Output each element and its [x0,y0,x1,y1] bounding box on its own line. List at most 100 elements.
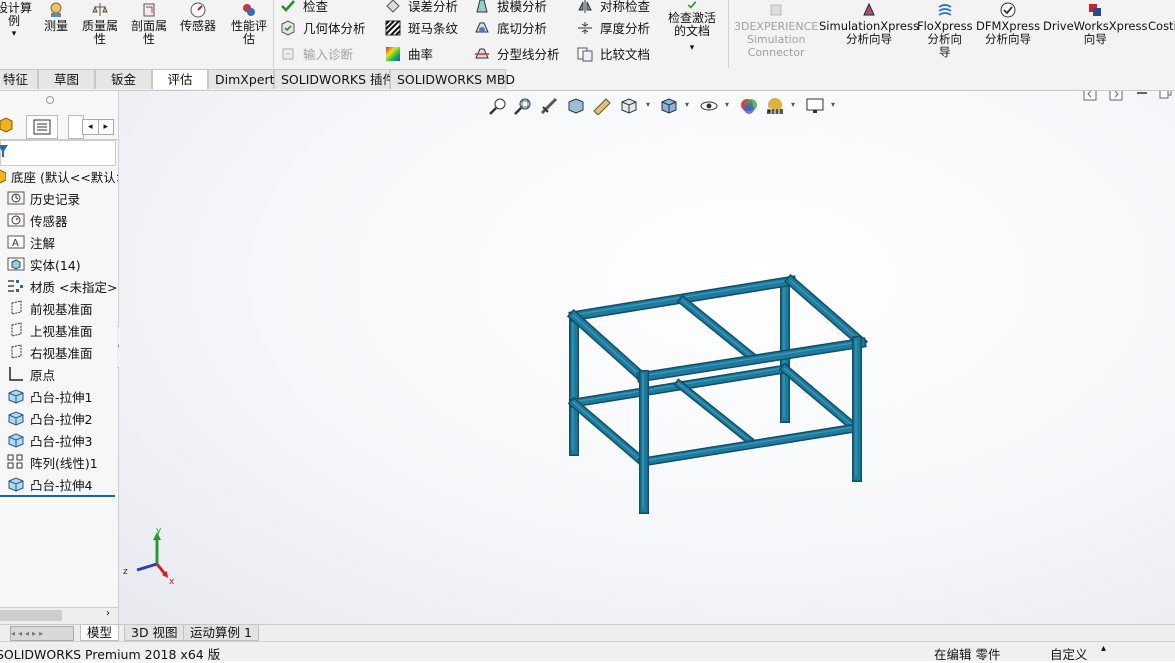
zebra-stripes-button[interactable]: 斑马条纹 [385,18,458,37]
curvature-button[interactable]: 曲率 [385,44,433,63]
svg-text:A: A [12,238,19,249]
zebra-stripes-icon [385,19,401,36]
tree-item-label: 阵列(线性)1 [30,455,98,471]
tab-features[interactable]: 特征 [0,69,38,89]
tree-item-boss-extrude-1[interactable]: 凸台-拉伸1 [7,386,92,406]
thickness-analysis-button[interactable]: 厚度分析 [577,18,650,37]
compare-documents-button[interactable]: 比较文档 [577,44,650,63]
check-button[interactable]: 检查 [280,0,328,15]
simulationxpress-button[interactable]: SimulationXpress 分析向导 [819,2,919,46]
draft-analysis-icon [476,0,488,12]
tab-navigation-arrows[interactable]: ◂◂◂▸▸ [10,626,74,641]
section-properties-icon [143,3,155,17]
tab-dimxpert[interactable]: DimXpert [208,69,275,89]
tab-model[interactable]: 模型 [80,625,120,641]
tab-solidworks-mbd[interactable]: SOLIDWORKS MBD [390,69,515,89]
tree-item-solid-bodies[interactable]: 实体(14) [7,254,81,274]
frame-beam-highlight [572,401,643,462]
tree-item-right-plane[interactable]: 右视基准面 [7,342,93,362]
steel-frame-3d-model[interactable] [119,91,1175,624]
frame-beam-highlight [677,382,749,440]
measure-button[interactable]: 测量 [44,2,68,33]
import-diagnosis-button[interactable]: 输入诊断 [280,44,353,63]
draft-analysis-button[interactable]: 拔模分析 [474,0,547,15]
tree-item-linear-pattern-1[interactable]: 阵列(线性)1 [7,452,98,472]
tree-root-part[interactable]: 底座 (默认<<默认> [0,166,119,186]
boss-extrude-icon [8,411,24,426]
triad-x-label: x [169,577,175,586]
check-active-document-button[interactable]: 检查激活 的文档 ▾ [668,0,716,55]
tab-solidworks-addins[interactable]: SOLIDWORKS 插件 [274,69,395,89]
driveworksxpress-button[interactable]: DriveWorksXpress 向导 [1043,2,1147,46]
units-dropdown-icon[interactable]: ▴ [1101,643,1106,654]
scroll-right-icon[interactable]: ▸ [97,120,114,134]
floxpress-button[interactable]: FloXpress 分析向 导 [917,2,973,59]
scroll-right-arrow-icon[interactable]: › [106,608,110,619]
tree-item-annotations[interactable]: A 注解 [7,232,55,252]
tree-item-label: 凸台-拉伸1 [30,389,93,405]
tree-item-material[interactable]: 材质 <未指定> [7,276,117,296]
geometry-analysis-button[interactable]: 几何体分析 [280,18,366,37]
section-properties-button[interactable]: 剖面属 性 [131,2,167,46]
command-tab-bar: 特征 草图 钣金 评估 DimXpert SOLIDWORKS 插件 SOLID… [0,68,1175,91]
boss-extrude-icon [8,433,24,448]
tree-item-label: 材质 <未指定> [30,279,118,295]
error-analysis-icon [386,0,400,13]
tab-evaluate[interactable]: 评估 [152,69,208,89]
tree-root-label: 底座 (默认<<默认> [11,169,119,185]
filter-funnel-icon [0,145,8,157]
check-icon [281,0,295,12]
simulationxpress-icon [863,2,875,16]
frame-beam-highlight [572,314,642,377]
floxpress-icon [938,4,952,16]
frame-beam[interactable] [639,424,859,466]
dfmxpress-button[interactable]: DFMXpress 分析向导 [976,2,1040,46]
tree-filter-box[interactable] [0,140,116,166]
design-study-button[interactable]: 设计算 例 ▾ [0,2,32,41]
error-analysis-button[interactable]: 误差分析 [385,0,458,15]
3dexperience-simulation-button[interactable]: 3DEXPERIENCE Simulation Connector [734,2,818,59]
tab-sketch[interactable]: 草图 [38,69,95,89]
property-manager-tab[interactable] [26,115,58,139]
performance-eval-button[interactable]: 性能评 估 [231,2,267,46]
check-active-doc-icon [687,1,697,9]
plane-icon [11,300,22,315]
tab-sheet-metal[interactable]: 钣金 [95,69,152,89]
panel-horizontal-scrollbar[interactable]: › [0,607,118,624]
tree-item-label: 传感器 [30,213,68,229]
tree-item-origin[interactable]: 原点 [7,364,55,384]
units-custom-text[interactable]: 自定义 [1050,644,1088,663]
sensor-button[interactable]: 传感器 [180,2,216,33]
tree-item-boss-extrude-4[interactable]: 凸台-拉伸4 [7,474,92,494]
tree-item-front-plane[interactable]: 前视基准面 [7,298,93,318]
feature-manager-tab[interactable] [0,115,16,135]
performance-icon [243,4,255,16]
tree-item-history[interactable]: 历史记录 [7,188,80,208]
tree-item-sensors[interactable]: 传感器 [7,210,68,230]
mass-properties-button[interactable]: 质量属 性 [82,2,118,46]
tab-motion-study-1[interactable]: 运动算例 1 [183,625,259,641]
parting-line-analysis-button[interactable]: 分型线分析 [474,44,560,63]
symmetry-check-button[interactable]: 对称检查 [577,0,650,15]
panel-collapse-handle[interactable] [46,96,54,104]
triad-y-label: y [156,526,162,536]
rollback-bar[interactable] [0,495,115,497]
panel-tab-scroller[interactable]: ◂ ▸ [82,119,114,135]
feature-manager-panel: ◂ ▸ 底座 (默认<<默认> 历史记录 传感器 A 注解 实体(14) 材质 <… [0,91,119,624]
app-version-text: SOLIDWORKS Premium 2018 x64 版 [0,647,221,662]
tree-item-top-plane[interactable]: 上视基准面 [7,320,93,340]
scrollbar-thumb[interactable] [0,610,62,621]
history-folder-icon [7,191,25,205]
graphics-area[interactable]: ▾ ▾ ▾ ▾ ▾ y z x [119,91,1175,624]
undercut-analysis-button[interactable]: 底切分析 [474,18,547,37]
costing-button[interactable]: Costi [1148,20,1175,33]
mass-properties-icon [92,3,108,16]
tree-item-boss-extrude-3[interactable]: 凸台-拉伸3 [7,430,92,450]
tree-item-label: 右视基准面 [30,345,93,361]
geometry-analysis-icon [281,19,295,36]
material-icon [8,280,23,292]
tab-3d-views[interactable]: 3D 视图 [124,625,185,641]
plane-icon [11,344,22,359]
scroll-left-icon[interactable]: ◂ [83,120,98,134]
tree-item-boss-extrude-2[interactable]: 凸台-拉伸2 [7,408,92,428]
